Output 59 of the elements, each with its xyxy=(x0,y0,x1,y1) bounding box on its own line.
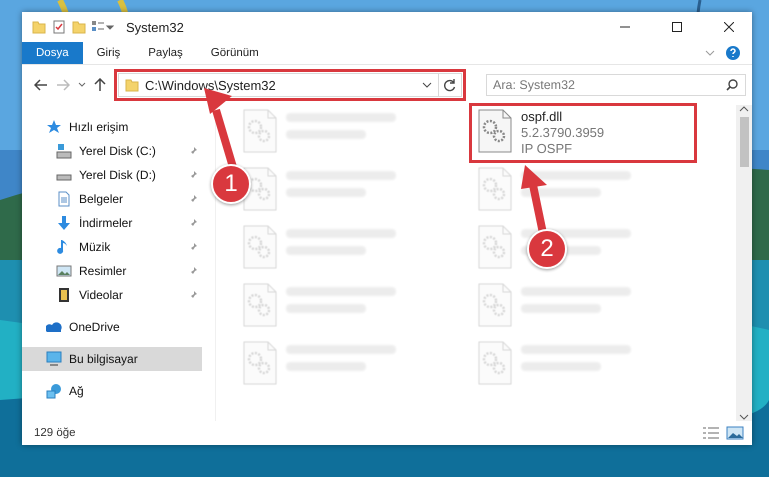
computer-icon xyxy=(46,351,62,367)
minimize-icon xyxy=(620,26,630,28)
file-name: ospf.dll xyxy=(521,109,564,125)
star-icon xyxy=(46,119,62,135)
file-item[interactable]: ospf.dll 5.2.3790.3959 IP OSPF xyxy=(473,107,693,159)
sidebar-item[interactable]: Bu bilgisayar xyxy=(22,347,202,371)
scroll-thumb[interactable] xyxy=(740,117,748,167)
close-icon xyxy=(724,22,734,32)
sidebar-item[interactable]: OneDrive xyxy=(22,315,202,339)
dll-file-icon xyxy=(242,341,278,385)
scroll-up-icon[interactable] xyxy=(739,105,749,113)
back-icon[interactable] xyxy=(34,79,48,91)
search-icon[interactable] xyxy=(726,79,738,91)
search-field[interactable]: Ara: System32 xyxy=(486,74,746,96)
sidebar-item[interactable]: Hızlı erişim xyxy=(22,115,202,139)
sidebar-item[interactable]: Resimler xyxy=(22,259,202,283)
document-icon xyxy=(56,191,72,207)
sidebar-item[interactable]: Müzik xyxy=(22,235,202,259)
window-title: System32 xyxy=(126,20,185,34)
dll-file-icon xyxy=(477,283,513,327)
properties-icon[interactable] xyxy=(52,20,66,34)
drive-icon xyxy=(56,174,72,180)
dll-file-icon xyxy=(477,225,513,269)
sidebar-item[interactable]: Belgeler xyxy=(22,187,202,211)
details-view-icon[interactable] xyxy=(702,426,720,440)
file-detail: 5.2.3790.3959 xyxy=(521,125,604,141)
sidebar-item[interactable]: Videolar xyxy=(22,283,202,307)
new-folder-icon xyxy=(72,20,86,34)
dll-file-icon xyxy=(242,109,278,153)
dll-file-icon xyxy=(242,225,278,269)
ribbon-tab[interactable]: Paylaş xyxy=(134,42,197,64)
ribbon-tab[interactable]: Giriş xyxy=(82,42,134,64)
network-icon xyxy=(46,383,62,399)
pictures-icon xyxy=(56,263,72,279)
sidebar-item[interactable]: Ağ xyxy=(22,379,202,403)
customize-toolbar-icon[interactable] xyxy=(92,21,114,33)
sidebar-item[interactable]: Yerel Disk (C:) xyxy=(22,139,202,163)
folder-icon xyxy=(125,78,139,92)
sidebar-item[interactable]: İndirmeler xyxy=(22,211,202,235)
dropdown-icon[interactable] xyxy=(422,82,432,88)
dll-file-icon xyxy=(477,341,513,385)
maximize-icon xyxy=(672,22,682,32)
dll-file-icon xyxy=(242,283,278,327)
dll-file-icon xyxy=(477,167,513,211)
large-icons-view-icon[interactable] xyxy=(726,426,744,440)
item-count: 129 öğe xyxy=(34,427,77,439)
ribbon-tab[interactable]: Görünüm xyxy=(196,42,273,64)
scrollbar[interactable] xyxy=(736,105,752,421)
scroll-down-icon[interactable] xyxy=(739,413,749,421)
up-icon[interactable] xyxy=(94,78,106,92)
file-detail: IP OSPF xyxy=(521,141,574,157)
download-icon xyxy=(56,215,72,231)
film-icon xyxy=(56,287,72,303)
recent-locations-icon[interactable] xyxy=(78,82,86,88)
drive-icon xyxy=(56,143,72,159)
ribbon-tab[interactable]: Dosya xyxy=(22,42,83,64)
sidebar-item[interactable]: Yerel Disk (D:) xyxy=(22,163,202,187)
folder-icon xyxy=(32,20,46,34)
dll-file-icon xyxy=(477,109,513,153)
